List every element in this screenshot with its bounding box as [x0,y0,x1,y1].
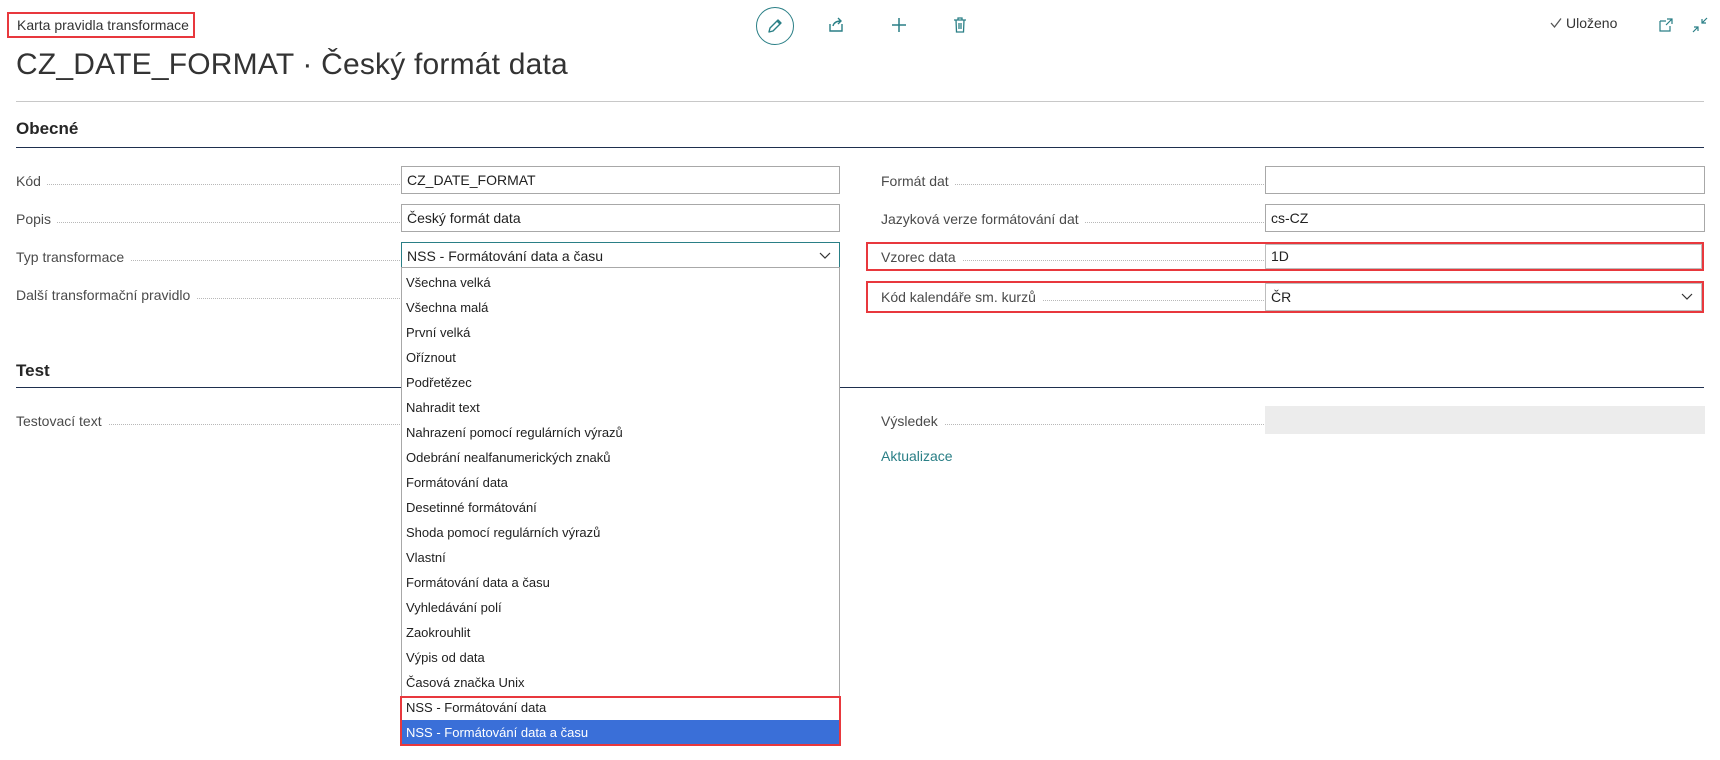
share-button[interactable] [817,6,855,44]
dropdown-option[interactable]: NSS - Formátování data a času [402,720,839,745]
delete-button[interactable] [941,6,979,44]
code-label: Kód [16,170,400,192]
collapse-button[interactable] [1688,8,1712,42]
data-format-label: Formát dat [881,170,1264,192]
dropdown-option[interactable]: Vyhledávání polí [402,595,839,620]
test-text-label: Testovací text [16,410,400,432]
transformation-type-value: NSS - Formátování data a času [407,248,604,264]
data-format-language-field[interactable]: cs-CZ [1265,204,1705,232]
description-label: Popis [16,208,400,230]
section-title-general: Obecné [16,119,79,138]
dropdown-option[interactable]: Shoda pomocí regulárních výrazů [402,520,839,545]
data-format-language-label: Jazyková verze formátování dat [881,208,1264,230]
transformation-type-dropdown[interactable]: Všechna velká Všechna malá První velká Oříz… [401,267,840,746]
dropdown-option[interactable]: Oříznout [402,345,839,370]
dropdown-option[interactable]: NSS - Formátování data [402,695,839,720]
dropdown-option[interactable]: Výpis od data [402,645,839,670]
exchange-calendar-label: Kód kalendáře sm. kurzů [881,286,1264,308]
check-icon [1550,18,1562,29]
section-divider-test [16,387,1704,388]
dropdown-option[interactable]: Všechna velká [402,270,839,295]
dropdown-option[interactable]: Všechna malá [402,295,839,320]
transformation-type-select[interactable]: NSS - Formátování data a času [401,242,840,270]
dropdown-option[interactable]: Časová značka Unix [402,670,839,695]
breadcrumb: Karta pravidla transformace [7,12,195,38]
dropdown-option[interactable]: Podřetězec [402,370,839,395]
edit-button[interactable] [756,7,794,45]
dropdown-option[interactable]: První velká [402,320,839,345]
plus-icon [892,18,906,32]
code-field[interactable]: CZ_DATE_FORMAT [401,166,840,194]
page-title: CZ_DATE_FORMAT · Český formát data [16,48,568,81]
dropdown-option[interactable]: Odebrání nealfanumerických znaků [402,445,839,470]
collapse-icon [1692,17,1708,33]
chevron-down-icon [819,252,831,259]
section-title-test: Test [16,361,50,380]
date-formula-field[interactable]: 1D [1265,244,1702,269]
next-rule-label: Další transformační pravidlo [16,284,400,306]
open-new-window-icon [1659,18,1673,32]
exchange-calendar-select[interactable]: ČR [1265,283,1702,311]
pencil-icon [768,19,782,33]
dropdown-option[interactable]: Formátování data a času [402,570,839,595]
dropdown-option[interactable]: Zaokrouhlit [402,620,839,645]
saved-status-label: Uloženo [1566,15,1618,31]
dropdown-option[interactable]: Desetinné formátování [402,495,839,520]
open-new-window-button[interactable] [1654,8,1678,42]
new-button[interactable] [880,6,918,44]
result-field [1265,406,1705,434]
dropdown-option[interactable]: Vlastní [402,545,839,570]
data-format-field[interactable] [1265,166,1705,194]
saved-status: Uloženo [1549,15,1617,31]
transformation-type-label: Typ transformace [16,246,400,268]
header-divider [16,101,1704,102]
dropdown-option[interactable]: Nahrazení pomocí regulárních výrazů [402,420,839,445]
date-formula-label: Vzorec data [881,246,1264,268]
section-divider-general [16,147,1704,148]
share-icon [829,17,843,32]
chevron-down-icon [1681,293,1693,300]
trash-icon [954,17,966,33]
result-label: Výsledek [881,410,1264,432]
refresh-link[interactable]: Aktualizace [881,448,953,464]
exchange-calendar-value: ČR [1271,289,1292,305]
dropdown-option[interactable]: Formátování data [402,470,839,495]
dropdown-option[interactable]: Nahradit text [402,395,839,420]
description-field[interactable]: Český formát data [401,204,840,232]
